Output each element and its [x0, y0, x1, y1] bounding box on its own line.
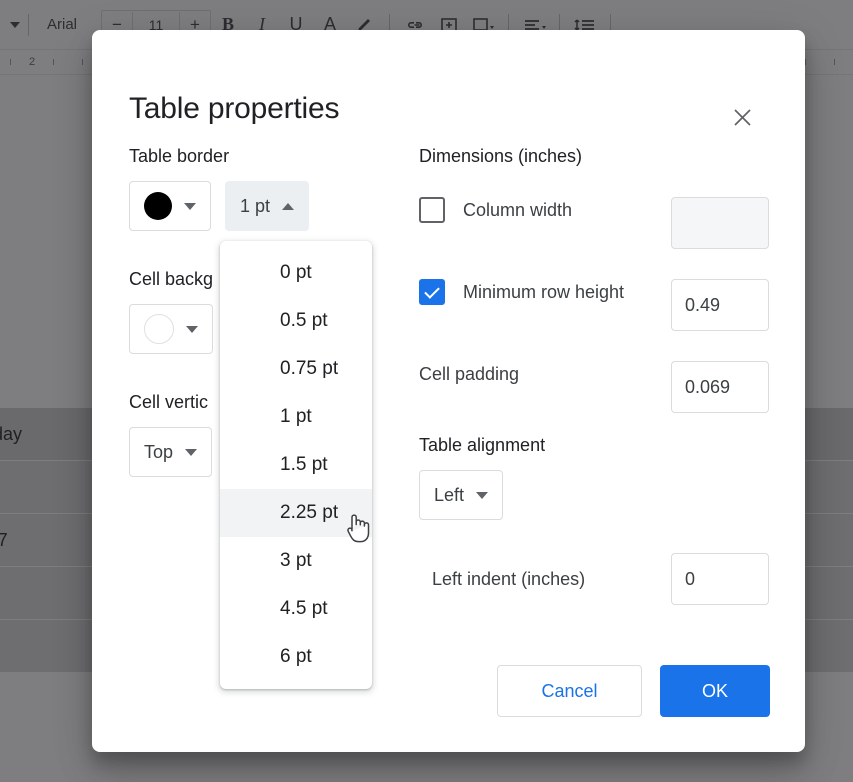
- menu-item-0pt[interactable]: 0 pt: [220, 249, 372, 297]
- menu-item-0-75pt[interactable]: 0.75 pt: [220, 345, 372, 393]
- dialog-title: Table properties: [129, 92, 340, 125]
- menu-item-4-5pt[interactable]: 4.5 pt: [220, 585, 372, 633]
- menu-item-2-25pt[interactable]: 2.25 pt: [220, 489, 372, 537]
- chevron-down-icon: [186, 325, 198, 333]
- column-width-checkbox[interactable]: [419, 197, 445, 223]
- table-alignment-value: Left: [434, 484, 465, 505]
- chevron-down-icon: [184, 202, 196, 210]
- cell-vertical-alignment-value: Top: [144, 441, 174, 462]
- dialog-right-column: Dimensions (inches) Column width Minimum…: [419, 146, 769, 608]
- chevron-up-icon: [282, 202, 295, 210]
- dimensions-label: Dimensions (inches): [419, 146, 583, 166]
- table-alignment-label: Table alignment: [419, 435, 546, 455]
- column-width-input[interactable]: [671, 197, 769, 249]
- left-indent-input[interactable]: [671, 553, 769, 605]
- border-color-swatch: [144, 192, 172, 220]
- table-border-controls: 1 pt: [129, 181, 419, 231]
- menu-item-3pt[interactable]: 3 pt: [220, 537, 372, 585]
- dialog-actions: Cancel OK: [497, 665, 770, 717]
- table-properties-dialog: Table properties Table border 1 pt Cell …: [92, 30, 805, 752]
- chevron-down-icon: [185, 448, 198, 456]
- close-button[interactable]: [724, 99, 760, 135]
- cell-padding-input[interactable]: [671, 361, 769, 413]
- border-width-menu: 0 pt 0.5 pt 0.75 pt 1 pt 1.5 pt 2.25 pt …: [220, 241, 372, 689]
- border-width-value: 1 pt: [240, 195, 271, 216]
- close-icon: [732, 107, 753, 128]
- menu-item-1pt[interactable]: 1 pt: [220, 393, 372, 441]
- border-color-picker[interactable]: [129, 181, 211, 231]
- cell-padding-label: Cell padding: [419, 363, 520, 384]
- minimum-row-height-input[interactable]: [671, 279, 769, 331]
- ok-button[interactable]: OK: [660, 665, 770, 717]
- minimum-row-height-checkbox[interactable]: [419, 279, 445, 305]
- menu-item-1-5pt[interactable]: 1.5 pt: [220, 441, 372, 489]
- menu-item-6pt[interactable]: 6 pt: [220, 633, 372, 681]
- menu-item-0-5pt[interactable]: 0.5 pt: [220, 297, 372, 345]
- table-border-label: Table border: [129, 146, 230, 166]
- chevron-down-icon: [476, 491, 489, 499]
- cell-background-color-picker[interactable]: [129, 304, 213, 354]
- table-alignment-dropdown[interactable]: Left: [419, 470, 504, 520]
- cancel-button[interactable]: Cancel: [497, 665, 642, 717]
- minimum-row-height-label: Minimum row height: [463, 281, 625, 302]
- border-width-dropdown[interactable]: 1 pt: [225, 181, 310, 231]
- cell-background-color-swatch: [144, 314, 174, 344]
- cell-vertical-alignment-dropdown[interactable]: Top: [129, 427, 213, 477]
- left-indent-label: Left indent (inches): [432, 568, 586, 589]
- column-width-label: Column width: [463, 199, 573, 220]
- table-alignment-controls: Left: [419, 470, 769, 520]
